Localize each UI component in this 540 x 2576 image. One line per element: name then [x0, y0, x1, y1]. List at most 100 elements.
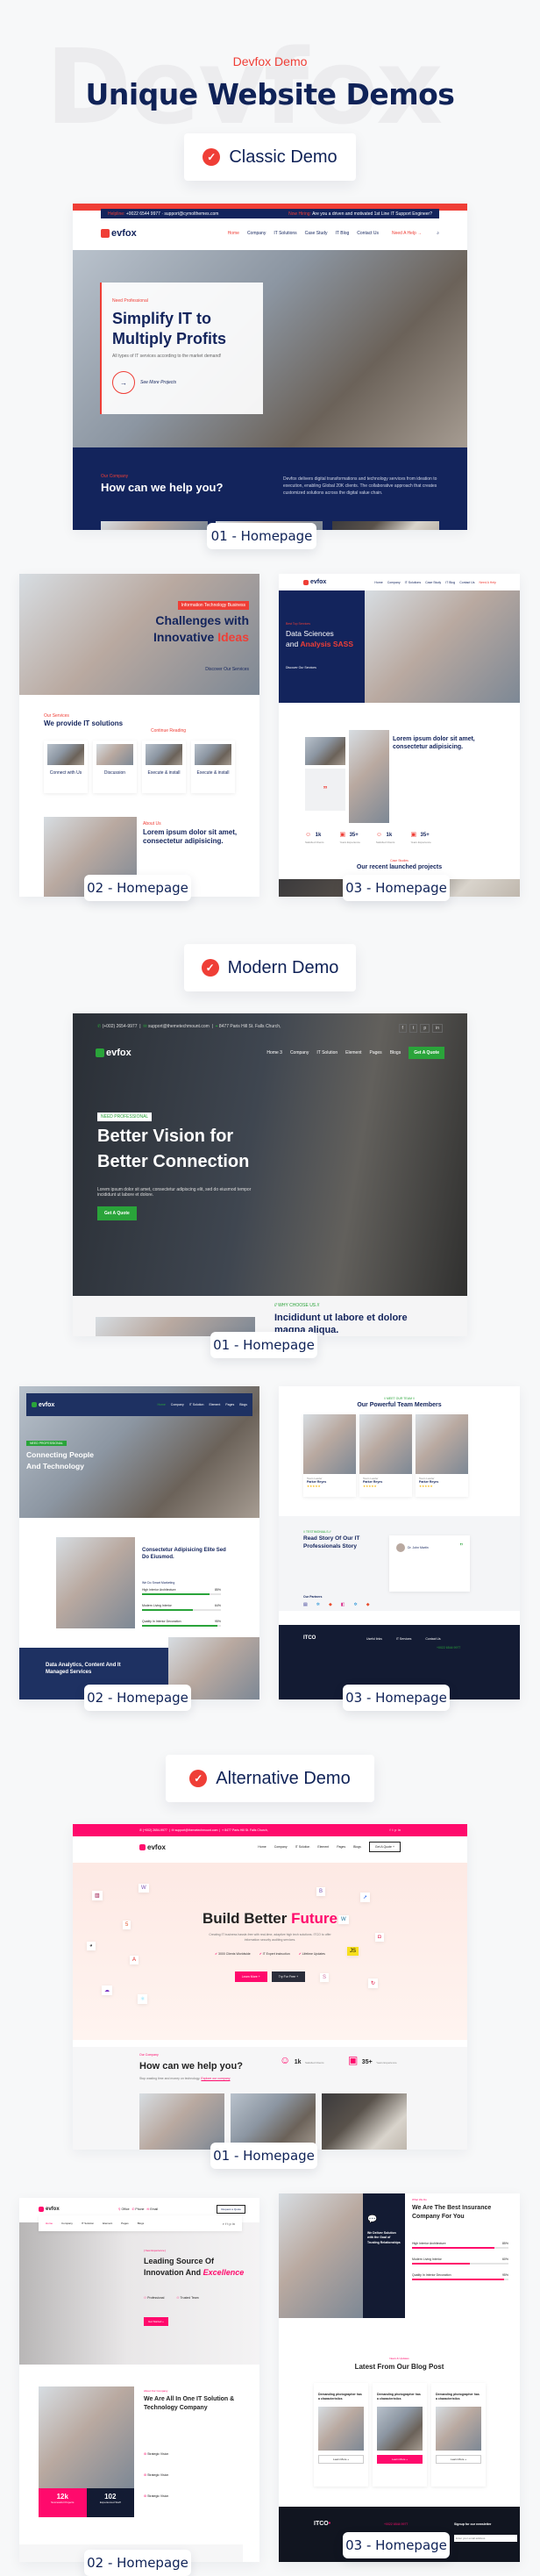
twitter-icon[interactable]: t — [409, 1024, 418, 1033]
nav-home[interactable]: Home — [228, 231, 239, 236]
modern-homepage-03[interactable]: // MEET OUR TEAM // Our Powerful Team Me… — [279, 1386, 520, 1699]
need-help-link[interactable]: Need A Help — [480, 581, 496, 584]
nav-it-blog[interactable]: IT Blog — [445, 581, 455, 584]
demo-caption: 03 - Homepage — [343, 875, 450, 901]
classic-homepage-01[interactable]: Helpline: +0022 6544 9977 · support@cymo… — [73, 204, 467, 530]
alternative-homepage-02[interactable]: evfox ⚲ Office ✆ Phone ✉ Email Request a… — [19, 2198, 259, 2562]
nav-home[interactable]: Home — [157, 1403, 165, 1406]
classic-homepage-03[interactable]: evfox Home Company IT Solutions Case Study I… — [279, 574, 520, 897]
nav-it-solution[interactable]: IT Solution — [189, 1403, 204, 1406]
search-icon[interactable]: ⌕ f t p in — [223, 2222, 235, 2226]
about-title: Lorem ipsum dolor sit amet, consectetur … — [393, 736, 475, 751]
nav-case-study[interactable]: Case Study — [305, 231, 328, 236]
logo[interactable]: evfox — [96, 1048, 131, 1058]
card-image — [231, 2093, 316, 2150]
nav-element[interactable]: Element — [345, 1050, 361, 1055]
nav-blogs[interactable]: Blogs — [390, 1050, 401, 1055]
see-more-projects-button[interactable]: → See More Projects — [112, 371, 252, 394]
service-card[interactable]: Connect with Us — [44, 741, 88, 793]
facebook-icon[interactable]: f — [398, 1024, 407, 1033]
logo[interactable]: evfox — [303, 579, 326, 585]
get-a-quote-button[interactable]: Get A Quote — [409, 1047, 444, 1059]
partners-title: Our Partners — [303, 1595, 323, 1599]
team-card[interactable]: Team Leader Parker Reyes ★★★★★ — [303, 1414, 356, 1497]
stat-item: ☺ 1k Satisfied Clients — [305, 832, 324, 844]
linkedin-icon[interactable]: in — [432, 1024, 443, 1033]
nav-contact-us[interactable]: Contact Us — [357, 231, 379, 236]
stat-item: ☺ 1k Satisfied Clients — [375, 832, 395, 844]
nav-blogs[interactable]: Blogs — [239, 1403, 247, 1406]
service-card[interactable]: Execute & install — [191, 741, 235, 793]
service-card[interactable]: Execute & install — [142, 741, 186, 793]
blog-card[interactable]: Demanding photographer has a characteris… — [314, 2383, 368, 2487]
nav-pages[interactable]: Pages — [337, 1845, 345, 1849]
learn-more-button[interactable]: Learn More + — [436, 2454, 481, 2464]
learn-more-button[interactable]: Learn More + — [377, 2454, 423, 2464]
learn-more-button[interactable]: Learn More + — [234, 1971, 267, 1982]
nav-home[interactable]: Home 3 — [266, 1050, 282, 1055]
search-icon[interactable]: ⌕ — [437, 231, 439, 236]
modern-homepage-01[interactable]: ✆ (+002) 2654-9977 | ✉ support@themetech… — [73, 1013, 467, 1336]
classic-homepage-02[interactable]: Information Technology Business Challeng… — [19, 574, 259, 897]
nav-company[interactable]: Company — [247, 231, 266, 236]
continue-reading-link[interactable]: Continue Reading — [151, 728, 186, 733]
nav-element[interactable]: Element — [317, 1845, 329, 1849]
request-quote-button[interactable]: Request a Quote — [217, 2205, 245, 2214]
discover-services-button[interactable]: Discover Our Services — [205, 667, 249, 672]
alternative-homepage-03[interactable]: 💬 We Deliver Solution with the Goal of T… — [279, 2193, 520, 2562]
get-a-quote-button[interactable]: Get A Quote + — [368, 1842, 401, 1852]
learn-more-button[interactable]: Learn More + — [318, 2454, 364, 2464]
nav-blogs[interactable]: Blogs — [353, 1845, 361, 1849]
logo[interactable]: evfox — [39, 2207, 60, 2212]
need-help-link[interactable]: Need A Help → — [392, 231, 422, 236]
nav-company[interactable]: Company — [290, 1050, 309, 1055]
nav-it-solution[interactable]: IT Solution — [295, 1845, 310, 1849]
alternative-demo-button[interactable]: ✓ Alternative Demo — [166, 1755, 374, 1802]
nav-case-study[interactable]: Case Study — [425, 581, 441, 584]
logo[interactable]: evfox — [139, 1843, 166, 1851]
team-card[interactable]: Team Leader Parker Reyes ★★★★★ — [359, 1414, 412, 1497]
logo[interactable]: evfox — [101, 228, 137, 239]
alternative-homepage-01[interactable]: ✆ (+002) 2654-9977 | ✉ support@themetech… — [73, 1824, 467, 2150]
nav-company[interactable]: Company — [274, 1845, 288, 1849]
nav-blogs[interactable]: Blogs — [138, 2222, 145, 2225]
newsletter-email-input[interactable] — [454, 2535, 517, 2542]
section-label: Classic Demo — [229, 147, 338, 167]
nav-pages[interactable]: Pages — [225, 1403, 234, 1406]
explore-company-link[interactable]: Explore our company — [201, 2077, 230, 2080]
chat-icon: 💬 — [367, 2215, 378, 2223]
nav-it-solutions[interactable]: IT Solutions — [405, 581, 421, 584]
pinterest-icon[interactable]: p — [420, 1024, 430, 1033]
nav-home[interactable]: Home — [374, 581, 382, 584]
nav-home[interactable]: Home — [46, 2222, 53, 2225]
nav-element[interactable]: Element — [209, 1403, 220, 1406]
get-started-button[interactable]: Get Started + — [144, 2317, 168, 2326]
hero-title: Data Sciences and Analysis SASS — [286, 629, 354, 648]
blog-card[interactable]: Demanding photographer has a characteris… — [373, 2383, 427, 2487]
nav-element[interactable]: Element — [103, 2222, 112, 2225]
team-card[interactable]: Team Leader Parker Reyes ★★★★★ — [416, 1414, 468, 1497]
nav-it-solution[interactable]: IT Solution — [82, 2222, 94, 2225]
nav-contact-us[interactable]: Contact Us — [459, 581, 474, 584]
service-card[interactable]: Discussion — [93, 741, 137, 793]
blog-card[interactable]: Demanding photographer has a characteris… — [431, 2383, 486, 2487]
skill-percent: 64% — [214, 1604, 221, 1607]
nav-company[interactable]: Company — [387, 581, 401, 584]
nav-it-blog[interactable]: IT Blog — [336, 231, 350, 236]
nav-it-solutions[interactable]: IT Solutions — [274, 231, 296, 236]
nav-pages[interactable]: Pages — [121, 2222, 129, 2225]
hero-subtitle: Lorem ipsum dolor sit amet, consectetur … — [97, 1187, 252, 1198]
nav-it-solution[interactable]: IT Solution — [316, 1050, 338, 1055]
nav-pages[interactable]: Pages — [370, 1050, 382, 1055]
nav-company[interactable]: Company — [61, 2222, 73, 2225]
discover-services-button[interactable]: Discover Our Services — [286, 666, 358, 669]
get-a-quote-hero-button[interactable]: Get A Quote — [97, 1206, 137, 1220]
classic-demo-button[interactable]: ✓ Classic Demo — [184, 133, 356, 181]
nav-company[interactable]: Company — [171, 1403, 184, 1406]
try-for-free-button[interactable]: Try For Free + — [271, 1971, 306, 1982]
nav-home[interactable]: Home — [258, 1845, 266, 1849]
modern-homepage-02[interactable]: evfox Home Company IT Solution Element Pages… — [19, 1386, 259, 1699]
modern-demo-button[interactable]: ✓ Modern Demo — [184, 944, 356, 991]
dark-box-text: We Deliver Solution with the Goal of Tru… — [367, 2231, 401, 2244]
logo[interactable]: evfox — [32, 1402, 54, 1408]
